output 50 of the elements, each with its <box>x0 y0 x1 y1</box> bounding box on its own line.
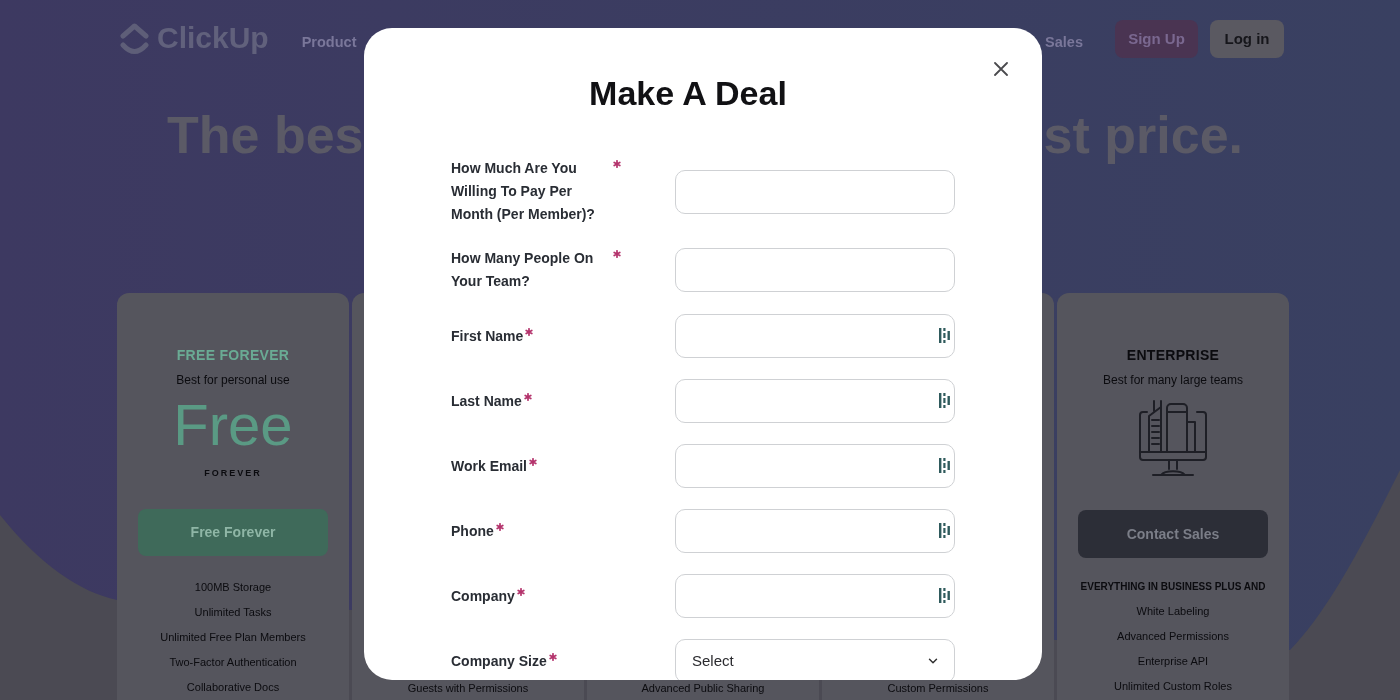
sign-up-button[interactable]: Sign Up <box>1115 20 1198 58</box>
feature-text: Guests with Permissions <box>407 682 529 695</box>
logo-icon <box>120 20 149 56</box>
feature-text: White Labeling <box>1136 604 1210 619</box>
field-label: Company <box>451 586 515 606</box>
plan-button[interactable]: Free Forever <box>138 508 328 556</box>
close-icon <box>994 62 1008 76</box>
bars-icon <box>939 393 950 408</box>
bars-icon <box>939 588 950 603</box>
feature-text: Enterprise API <box>1137 654 1209 669</box>
nav-link[interactable]: Product <box>301 32 357 52</box>
feature-text: Unlimited Free Plan Members <box>160 630 306 645</box>
plan-subtitle: Best for personal use <box>176 372 290 388</box>
input-field[interactable] <box>675 574 955 618</box>
select-field[interactable]: Select <box>675 639 955 680</box>
price-text: Free <box>173 396 293 454</box>
building-monitor-icon <box>1139 400 1207 476</box>
input-field[interactable] <box>675 509 955 553</box>
input-field[interactable] <box>675 248 955 292</box>
field-label: How Many People On Your Team? <box>451 249 595 291</box>
input-field[interactable] <box>675 169 955 214</box>
modal-title: Make A Deal <box>589 73 787 113</box>
bars-icon <box>939 328 950 343</box>
input-field[interactable] <box>675 444 955 488</box>
feature-text: Advanced Public Sharing <box>641 682 765 695</box>
feature-text: Two-Factor Authentication <box>169 655 297 670</box>
feature-text: 100MB Storage <box>194 580 272 595</box>
feature-text: Unlimited Custom Roles <box>1114 679 1232 694</box>
nav-link[interactable]: Sales <box>1045 32 1083 52</box>
input-field[interactable] <box>675 379 955 423</box>
feature-text: Unlimited Tasks <box>194 605 272 620</box>
field-label: Work Email <box>451 456 527 476</box>
features-heading: EVERYTHING IN BUSINESS PLUS AND <box>1080 580 1266 594</box>
plan-button[interactable]: Contact Sales <box>1078 510 1268 558</box>
price-caption: FOREVER <box>204 468 262 479</box>
input-field[interactable] <box>675 314 955 358</box>
bars-icon <box>939 523 950 538</box>
feature-text: Custom Permissions <box>887 682 989 695</box>
field-label: How Much Are You Willing To Pay Per Month (Per Member)? <box>451 159 596 224</box>
field-label: Company Size <box>451 651 547 671</box>
plan-subtitle: Best for many large teams <box>1102 372 1244 388</box>
feature-text: Advanced Permissions <box>1117 629 1229 644</box>
plan-title: ENTERPRISE <box>1126 346 1220 365</box>
plan-title: FREE FOREVER <box>176 346 290 365</box>
field-label: Last Name <box>451 391 522 411</box>
bars-icon <box>939 458 950 473</box>
log-in-button[interactable]: Log in <box>1210 20 1284 58</box>
field-label: Phone <box>451 521 494 541</box>
feature-text: Collaborative Docs <box>186 680 280 695</box>
field-label: First Name <box>451 326 524 346</box>
